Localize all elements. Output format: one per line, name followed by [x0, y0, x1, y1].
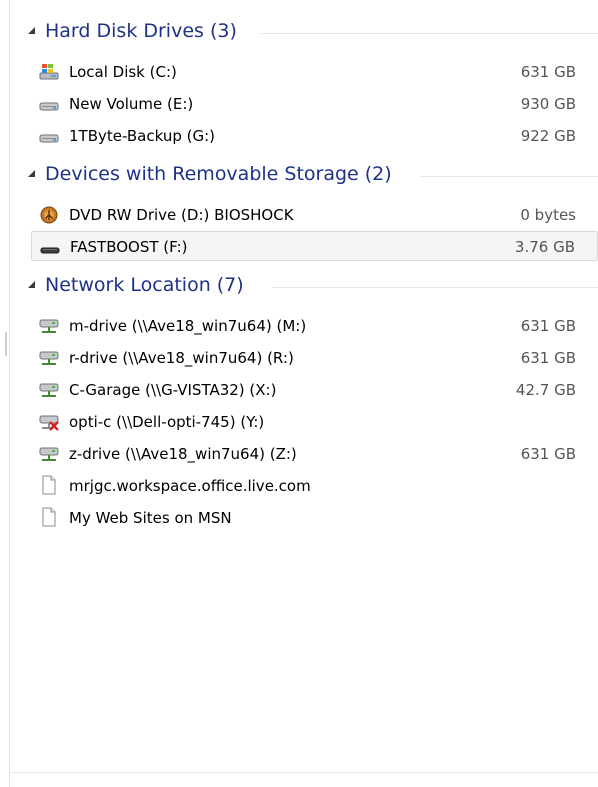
- drive-row-r-drive[interactable]: r-drive (\\Ave18_win7u64) (R:) 631 GB: [31, 343, 598, 373]
- drive-size: 631 GB: [520, 445, 576, 463]
- drive-size: 42.7 GB: [515, 381, 576, 399]
- web-folder-icon: [39, 475, 59, 495]
- drive-row-new-volume-e[interactable]: New Volume (E:) 930 GB: [31, 89, 598, 119]
- drive-name: m-drive (\\Ave18_win7u64) (M:): [69, 317, 307, 335]
- navigation-pane-divider[interactable]: [9, 0, 10, 787]
- drive-row-dvd-rw-d[interactable]: DVD RW Drive (D:) BIOSHOCK 0 bytes: [31, 200, 598, 230]
- group-title: Hard Disk Drives (3): [45, 20, 237, 42]
- hard-drive-icon: [39, 127, 59, 145]
- drive-row-fastboost-f[interactable]: FASTBOOST (F:) 3.76 GB: [31, 231, 598, 261]
- drive-name: C-Garage (\\G-VISTA32) (X:): [69, 381, 277, 399]
- network-row-office-live-workspace[interactable]: mrjgc.workspace.office.live.com: [31, 471, 598, 501]
- drive-size: 922 GB: [520, 127, 576, 145]
- removable-drive-icon: [40, 238, 60, 256]
- web-folder-icon: [39, 507, 59, 527]
- drive-name: opti-c (\\Dell-opti-745) (Y:): [69, 413, 265, 431]
- dvd-disc-icon: [39, 206, 59, 224]
- drive-row-opti-c[interactable]: opti-c (\\Dell-opti-745) (Y:): [31, 407, 598, 437]
- drive-row-c-garage[interactable]: C-Garage (\\G-VISTA32) (X:) 42.7 GB: [31, 375, 598, 405]
- group-header-hard-disk-drives[interactable]: Hard Disk Drives (3): [10, 18, 598, 48]
- explorer-drive-list-window: Hard Disk Drives (3) Local Disk (C:) 631…: [0, 0, 598, 787]
- splitter-grip[interactable]: [5, 332, 7, 356]
- drive-name: Local Disk (C:): [69, 63, 177, 81]
- drive-size: 930 GB: [520, 95, 576, 113]
- drive-name: 1TByte-Backup (G:): [69, 127, 215, 145]
- drive-row-z-drive[interactable]: z-drive (\\Ave18_win7u64) (Z:) 631 GB: [31, 439, 598, 469]
- drive-name: DVD RW Drive (D:) BIOSHOCK: [69, 206, 294, 224]
- drive-size: 0 bytes: [520, 206, 576, 224]
- group-header-removable-storage[interactable]: Devices with Removable Storage (2): [10, 161, 598, 191]
- drive-row-local-disk-c[interactable]: Local Disk (C:) 631 GB: [31, 57, 598, 87]
- drive-size: 631 GB: [520, 349, 576, 367]
- drive-row-m-drive[interactable]: m-drive (\\Ave18_win7u64) (M:) 631 GB: [31, 311, 598, 341]
- group-title: Devices with Removable Storage (2): [45, 163, 392, 185]
- drive-name: New Volume (E:): [69, 95, 194, 113]
- drive-row-1tbyte-backup-g[interactable]: 1TByte-Backup (G:) 922 GB: [31, 121, 598, 151]
- drive-name: z-drive (\\Ave18_win7u64) (Z:): [69, 445, 297, 463]
- drive-size: 3.76 GB: [514, 238, 575, 256]
- network-row-my-web-sites-msn[interactable]: My Web Sites on MSN: [31, 503, 598, 533]
- group-separator-line: [272, 287, 598, 288]
- drive-name: FASTBOOST (F:): [70, 238, 188, 256]
- group-separator-line: [260, 33, 598, 34]
- network-drive-icon: [39, 317, 59, 335]
- network-drive-icon: [39, 349, 59, 367]
- network-location-name: My Web Sites on MSN: [69, 509, 232, 527]
- network-drive-icon: [39, 381, 59, 399]
- group-title: Network Location (7): [45, 274, 244, 296]
- network-drive-icon: [39, 445, 59, 463]
- disconnected-network-drive-icon: [39, 413, 59, 431]
- network-location-name: mrjgc.workspace.office.live.com: [69, 477, 311, 495]
- windows-drive-icon: [39, 63, 59, 81]
- drive-size: 631 GB: [520, 317, 576, 335]
- group-header-network-location[interactable]: Network Location (7): [10, 272, 598, 302]
- group-separator-line: [420, 176, 598, 177]
- drive-size: 631 GB: [520, 63, 576, 81]
- hard-drive-icon: [39, 95, 59, 113]
- status-bar-divider: [10, 772, 598, 773]
- drive-name: r-drive (\\Ave18_win7u64) (R:): [69, 349, 294, 367]
